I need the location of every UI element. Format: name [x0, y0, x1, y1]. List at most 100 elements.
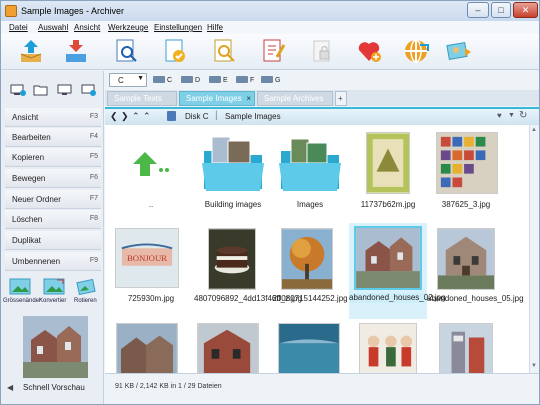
- verify-icon[interactable]: [161, 37, 189, 65]
- menu-einstellungen[interactable]: Einstellungen: [154, 23, 202, 32]
- status-text: 91 KB / 2,142 KB in 1 / 29 Dateien: [115, 383, 222, 390]
- function-key-duplikat[interactable]: Duplikat: [5, 231, 101, 250]
- drive-d-button[interactable]: D: [181, 76, 200, 84]
- image-thumbnail: BONJOUR: [115, 228, 179, 288]
- menu-hilfe[interactable]: Hilfe: [207, 23, 223, 32]
- up-root-icon[interactable]: ⌃: [143, 111, 151, 122]
- function-key-bearbeiten[interactable]: Bearbeiten F4: [5, 128, 101, 147]
- image-thumbnail: [439, 323, 493, 373]
- file-item-abandoned-houses-02[interactable]: abandoned_houses_02.jpg: [349, 223, 446, 319]
- path-bar: ❮ ❯ ⌃ ⌃ Disk C | Sample Images ♥ ▼ ↻: [105, 107, 539, 125]
- search-archive-icon[interactable]: [210, 37, 238, 65]
- file-item-row3-2[interactable]: [194, 319, 272, 373]
- rotate-icon[interactable]: [75, 278, 97, 295]
- file-item-parent[interactable]: ..: [112, 127, 190, 223]
- file-item-4807096892[interactable]: 4807096892_4dd13f46ff_z.jpg: [194, 223, 302, 319]
- drive-dropdown-value: C: [118, 76, 124, 85]
- file-item-row3-4[interactable]: [349, 319, 427, 373]
- edit-comment-icon[interactable]: [259, 37, 287, 65]
- menu-ansicht[interactable]: Ansicht: [74, 23, 100, 32]
- image-thumbnail: [278, 323, 340, 373]
- breadcrumb-folder[interactable]: Sample Images: [225, 112, 281, 121]
- network-drive-icon[interactable]: [81, 84, 97, 96]
- new-tab-button[interactable]: +: [335, 91, 347, 106]
- drive-g-button[interactable]: G: [261, 76, 280, 84]
- drive-c-button[interactable]: C: [153, 76, 172, 84]
- share-globe-icon[interactable]: [402, 37, 430, 65]
- image-thumbnail: [354, 226, 422, 290]
- favorites-icon[interactable]: [355, 37, 383, 65]
- photo-share-icon[interactable]: [445, 37, 473, 65]
- up-icon[interactable]: ⌃: [132, 111, 140, 122]
- file-item-row3-1[interactable]: [112, 319, 190, 373]
- image-thumbnail: [116, 323, 178, 373]
- file-item-folder-building[interactable]: Building images: [194, 127, 272, 223]
- window-title: Sample Images - Archiver: [21, 6, 125, 16]
- lock-icon[interactable]: [308, 37, 336, 65]
- file-name: abandoned_houses_05.jpg: [427, 294, 524, 303]
- computer-icon[interactable]: [10, 84, 26, 96]
- drive-dropdown[interactable]: C ▼: [109, 73, 147, 87]
- quick-preview-image: [23, 316, 88, 378]
- quick-preview-footer: ◀ Schnell Vorschau: [5, 381, 101, 395]
- back-icon[interactable]: ❮: [110, 111, 118, 122]
- drive-bar: C ▼ C D E F G: [105, 71, 539, 89]
- scroll-up-icon[interactable]: ▲: [531, 127, 537, 133]
- tab-bar: Sample Texts Sample Images × Sample Archi…: [105, 90, 539, 106]
- file-name: 387625_3.jpg: [441, 200, 491, 209]
- tab-sample-archives[interactable]: Sample Archives: [257, 91, 333, 106]
- file-item-row3-5[interactable]: [427, 319, 505, 373]
- tab-sample-images[interactable]: Sample Images ×: [179, 91, 255, 106]
- file-item-725930m[interactable]: BONJOUR 725930m.jpg: [112, 223, 190, 319]
- convert-icon[interactable]: [43, 278, 65, 295]
- image-thumbnail: [366, 132, 410, 194]
- drive-e-button[interactable]: E: [209, 76, 228, 84]
- scroll-down-icon[interactable]: ▼: [531, 363, 537, 369]
- menu-werkzeuge[interactable]: Werkzeuge: [108, 23, 148, 32]
- heart-icon[interactable]: ♥: [497, 111, 502, 120]
- file-name: 20080715144252.jpg: [272, 294, 348, 303]
- close-button[interactable]: ✕: [513, 2, 538, 18]
- function-key-ansicht[interactable]: Ansicht F3: [5, 108, 101, 127]
- file-item-folder-images[interactable]: Images: [271, 127, 349, 223]
- minimize-button[interactable]: –: [467, 2, 489, 18]
- image-thumbnail: [436, 132, 498, 194]
- scroll-left-icon[interactable]: ◀: [7, 383, 13, 392]
- tab-sample-texts[interactable]: Sample Texts: [107, 91, 177, 106]
- extract-icon[interactable]: [17, 37, 45, 65]
- history-dropdown-icon[interactable]: ▼: [508, 112, 515, 119]
- breadcrumb-separator: |: [215, 110, 218, 121]
- image-thumbnail: [281, 228, 333, 290]
- compress-icon[interactable]: [62, 37, 90, 65]
- quick-preview-label: Schnell Vorschau: [23, 383, 85, 392]
- open-folder-icon[interactable]: [33, 84, 49, 96]
- drive-icon: [153, 76, 165, 83]
- file-name: 725930m.jpg: [127, 294, 175, 303]
- file-item-row3-3[interactable]: [271, 319, 349, 373]
- vertical-scrollbar[interactable]: ▲ ▼: [529, 125, 539, 373]
- maximize-button[interactable]: □: [491, 2, 511, 18]
- resize-icon[interactable]: [9, 278, 31, 295]
- function-key-umbennenen[interactable]: Umbennenen F9: [5, 252, 101, 271]
- menu-datei[interactable]: Datei: [9, 23, 28, 32]
- function-key-neuer-ordner[interactable]: Neuer Ordner F7: [5, 190, 101, 209]
- refresh-icon[interactable]: ↻: [519, 110, 527, 121]
- tab-close-icon[interactable]: ×: [246, 92, 251, 105]
- rotate-label: Rotieren: [74, 298, 97, 304]
- svg-text:BONJOUR: BONJOUR: [127, 253, 167, 263]
- file-item-20080715144252[interactable]: 20080715144252.jpg: [271, 223, 349, 319]
- forward-icon[interactable]: ❯: [121, 111, 129, 122]
- function-key-kopieren[interactable]: Kopieren F5: [5, 148, 101, 167]
- file-item-11737b62m[interactable]: 11737b62m.jpg: [349, 127, 427, 223]
- file-item-abandoned-houses-05[interactable]: abandoned_houses_05.jpg: [427, 223, 524, 319]
- drive-f-button[interactable]: F: [236, 76, 254, 84]
- menu-auswahl[interactable]: Auswahl: [38, 23, 68, 32]
- status-bar: 91 KB / 2,142 KB in 1 / 29 Dateien: [105, 373, 539, 404]
- function-key-bewegen[interactable]: Bewegen F6: [5, 169, 101, 188]
- breadcrumb-disk[interactable]: Disk C: [185, 112, 209, 121]
- monitor-icon[interactable]: [57, 84, 73, 96]
- function-key-loeschen[interactable]: Löschen F8: [5, 210, 101, 229]
- file-item-387625-3[interactable]: 387625_3.jpg: [427, 127, 505, 223]
- image-thumbnail: [437, 228, 495, 290]
- test-archive-icon[interactable]: [112, 37, 140, 65]
